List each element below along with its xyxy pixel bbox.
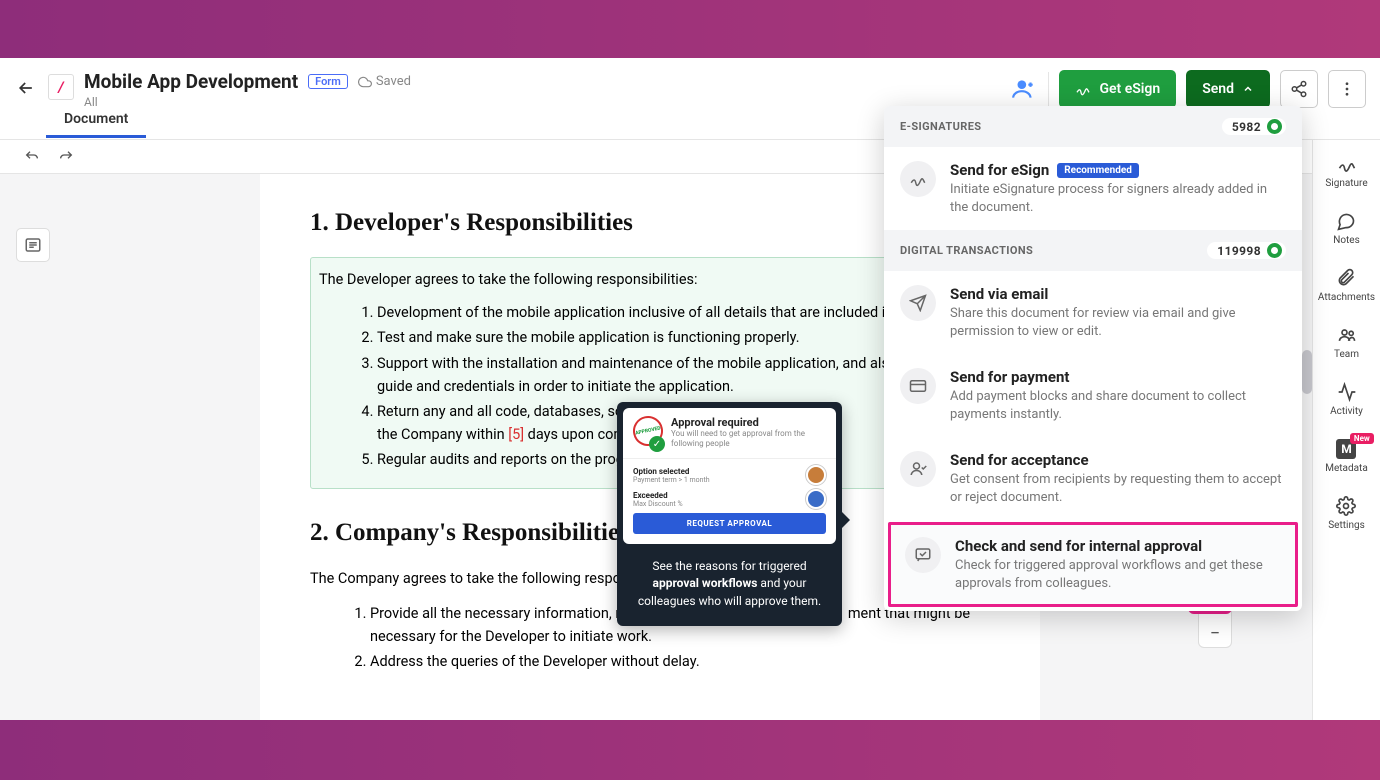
team-icon xyxy=(1337,325,1357,345)
notes-icon xyxy=(1336,211,1356,231)
share-button[interactable] xyxy=(1280,70,1318,108)
app-top-bar xyxy=(0,0,1380,58)
back-button[interactable] xyxy=(14,76,38,100)
chevron-up-icon xyxy=(1242,83,1254,95)
send-button[interactable]: Send xyxy=(1186,70,1270,108)
signature-icon xyxy=(900,161,936,197)
dropdown-send-for-payment[interactable]: Send for payment Add payment blocks and … xyxy=(884,354,1302,437)
request-approval-button[interactable]: REQUEST APPROVAL xyxy=(633,513,826,534)
breadcrumb[interactable]: All xyxy=(84,95,1010,109)
dropdown-section-esignatures: E-SIGNATURES 5982 xyxy=(884,106,1302,147)
form-badge: Form xyxy=(308,74,348,89)
avatar xyxy=(806,489,826,509)
cloud-icon xyxy=(358,75,372,89)
avatar xyxy=(806,465,826,485)
dropdown-send-for-acceptance[interactable]: Send for acceptance Get consent from rec… xyxy=(884,437,1302,520)
doc-title: Mobile App Development xyxy=(84,70,298,93)
saved-status: Saved xyxy=(358,74,411,89)
list-icon xyxy=(24,236,42,254)
sidebar-signature[interactable]: Signature xyxy=(1325,154,1367,189)
dropdown-send-for-esign[interactable]: Send for eSign Recommended Initiate eSig… xyxy=(884,147,1302,230)
scrollbar-thumb[interactable] xyxy=(1302,350,1312,394)
digital-count: 119998 xyxy=(1207,242,1286,259)
esign-count: 5982 xyxy=(1222,118,1286,135)
more-button[interactable] xyxy=(1328,70,1366,108)
signature-icon xyxy=(1075,81,1091,97)
add-user-button[interactable] xyxy=(1010,75,1038,103)
card-icon xyxy=(900,368,936,404)
gear-icon xyxy=(1336,496,1356,516)
share-icon xyxy=(1290,80,1308,98)
new-badge: New xyxy=(1350,433,1374,444)
more-vertical-icon xyxy=(1338,80,1356,98)
check-message-icon xyxy=(905,537,941,573)
sidebar-notes[interactable]: Notes xyxy=(1333,211,1360,246)
send-icon xyxy=(900,285,936,321)
tab-document[interactable]: Document xyxy=(46,103,146,138)
dropdown-internal-approval[interactable]: Check and send for internal approval Che… xyxy=(888,522,1298,607)
redo-button[interactable] xyxy=(58,149,74,165)
paperclip-icon xyxy=(1336,268,1356,288)
tooltip-caption: See the reasons for triggered approval w… xyxy=(617,550,842,614)
zoom-out-button[interactable]: − xyxy=(1199,619,1231,647)
user-check-icon xyxy=(900,451,936,487)
approval-tooltip: APPROVED ✓ Approval required You will ne… xyxy=(617,402,842,626)
dropdown-send-via-email[interactable]: Send via email Share this document for r… xyxy=(884,271,1302,354)
logo: / xyxy=(48,74,74,100)
sidebar-activity[interactable]: Activity xyxy=(1330,382,1363,417)
toc-button[interactable] xyxy=(16,228,50,262)
approved-stamp-icon: APPROVED ✓ xyxy=(633,416,663,450)
sidebar-settings[interactable]: Settings xyxy=(1328,496,1365,531)
undo-button[interactable] xyxy=(24,149,40,165)
recommended-badge: Recommended xyxy=(1057,163,1139,178)
get-esign-button[interactable]: Get eSign xyxy=(1059,70,1176,108)
dropdown-section-digital: DIGITAL TRANSACTIONS 119998 xyxy=(884,230,1302,271)
sidebar-attachments[interactable]: Attachments xyxy=(1318,268,1375,303)
right-sidebar: Signature Notes Attachments Team Activit… xyxy=(1312,140,1380,720)
sidebar-metadata[interactable]: New M Metadata xyxy=(1325,439,1368,474)
variable-placeholder: [5] xyxy=(508,426,524,443)
activity-icon xyxy=(1337,382,1357,402)
signature-icon xyxy=(1337,154,1357,174)
sidebar-team[interactable]: Team xyxy=(1334,325,1359,360)
send-dropdown: E-SIGNATURES 5982 Send for eSign Recomme… xyxy=(884,106,1302,611)
app-bottom-bar xyxy=(0,720,1380,780)
